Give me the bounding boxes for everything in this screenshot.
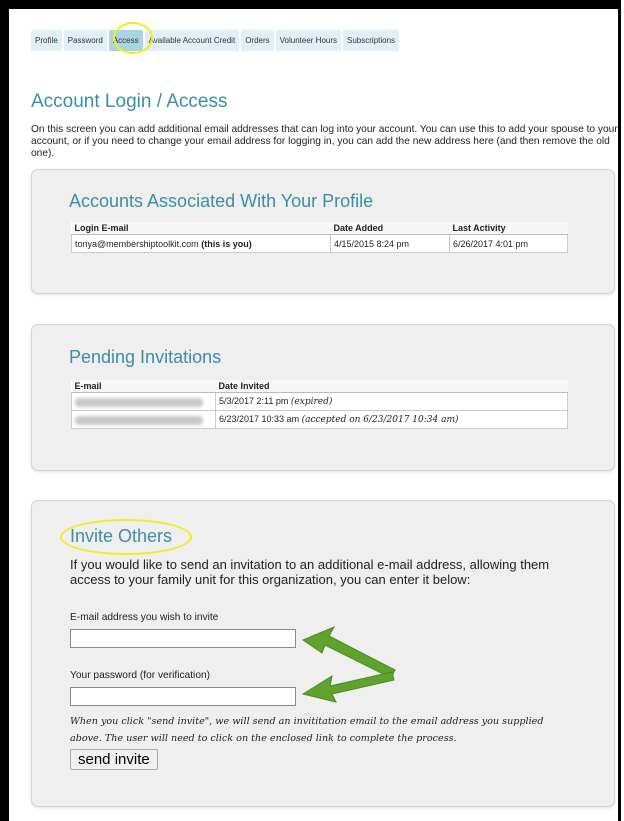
column-header-date-added: Date Added [330,222,450,235]
this-is-you-label: (this is you) [201,238,252,249]
table-row: 5/3/2017 2:11 pm (expired) [71,392,568,411]
column-header-last-activity: Last Activity [449,222,568,235]
column-header-login-email: Login E-mail [71,222,331,235]
invite-title-highlight-circle [60,519,192,555]
tab-volunteer-hours[interactable]: Volunteer Hours [275,30,342,51]
verification-password-input[interactable] [70,687,296,706]
last-activity-cell: 6/26/2017 4:01 pm [449,234,568,253]
date-invited-cell: 6/23/2017 10:33 am (accepted on 6/23/201… [215,410,568,429]
accounts-table-header: Login E-mail Date Added Last Activity [71,222,568,235]
invite-status: (accepted on 6/23/2017 10:34 am) [301,415,459,425]
login-email-cell: tonya@membershiptoolkit.com (this is you… [71,234,331,253]
page-intro: On this screen you can add additional em… [31,124,618,159]
tab-password[interactable]: Password [63,30,107,51]
date-invited-cell: 5/3/2017 2:11 pm (expired) [215,392,568,411]
date-added-cell: 4/15/2015 8:24 pm [330,234,450,253]
send-invite-button[interactable]: send invite [70,749,158,770]
invite-email-cell [71,392,216,411]
tab-available-account-credit[interactable]: Available Account Credit [144,30,240,51]
table-row: 6/23/2017 10:33 am (accepted on 6/23/201… [71,410,568,429]
tab-profile[interactable]: Profile [31,30,62,51]
invite-email-cell [71,410,216,429]
pending-invitations-title: Pending Invitations [69,347,222,367]
pending-invitations-table: E-mail Date Invited 5/3/2017 2:11 pm (ex… [71,380,568,429]
password-label: Your password (for verification) [70,670,211,681]
column-header-date-invited: Date Invited [215,380,568,393]
accounts-table: Login E-mail Date Added Last Activity to… [71,222,568,253]
tab-subscriptions[interactable]: Subscriptions [343,30,400,51]
access-tab-highlight-circle [113,22,153,54]
invite-status: (expired) [290,397,333,407]
accounts-title: Accounts Associated With Your Profile [69,191,374,211]
redacted-email [75,397,203,407]
login-email: tonya@membershiptoolkit.com [75,238,199,249]
profile-tabs: Profile Password Access Available Accoun… [31,30,401,51]
table-row: tonya@membershiptoolkit.com (this is you… [71,234,568,253]
invite-note: When you click "send invite", we will se… [70,716,544,744]
invite-email-label: E-mail address you wish to invite [70,612,219,623]
page-title: Account Login / Access [31,91,228,112]
redacted-email [75,415,203,425]
pending-invitations-panel: Pending Invitations E-mail Date Invited … [31,324,615,471]
invite-email-input[interactable] [70,629,296,648]
invite-description: If you would like to send an invitation … [70,557,550,587]
pending-table-header: E-mail Date Invited [71,380,568,393]
tab-orders[interactable]: Orders [241,30,274,51]
accounts-panel: Accounts Associated With Your Profile Lo… [31,169,615,294]
column-header-email: E-mail [71,380,216,393]
